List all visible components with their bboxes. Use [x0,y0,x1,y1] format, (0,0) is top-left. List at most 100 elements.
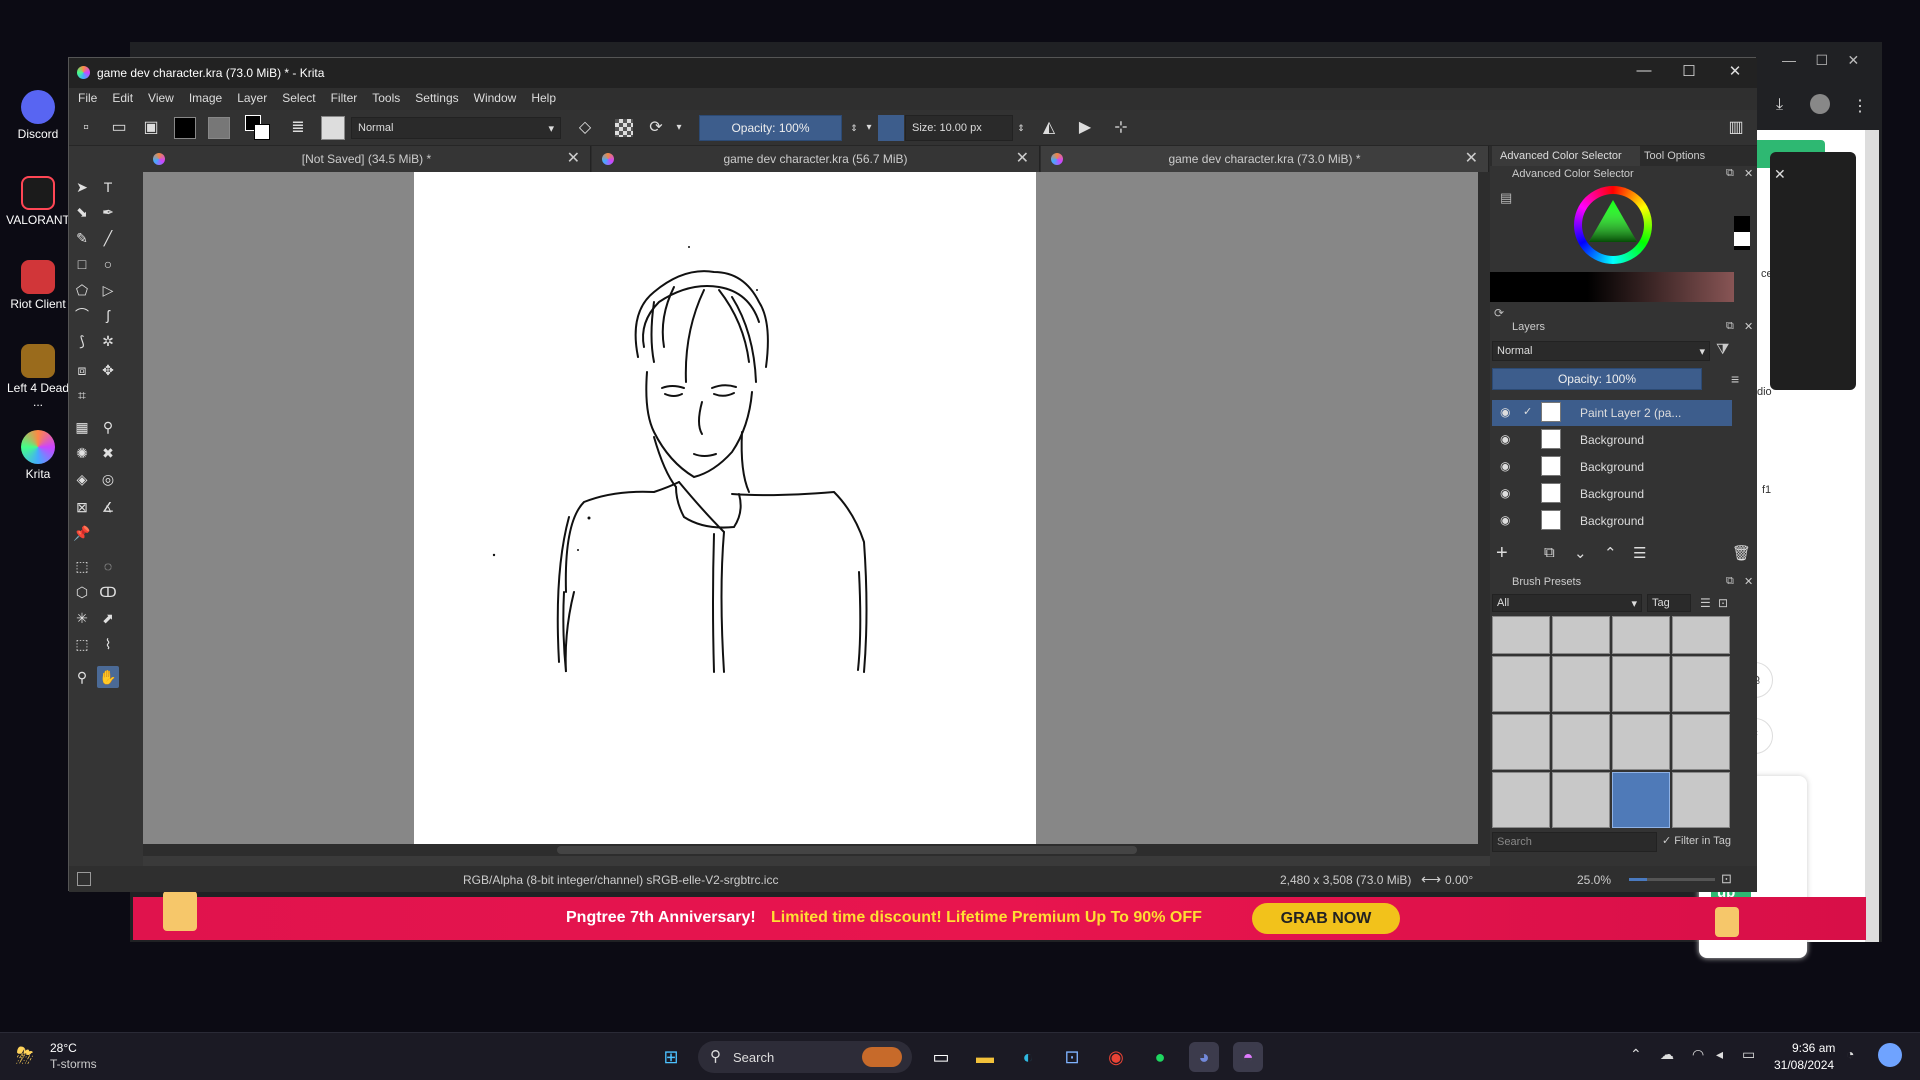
layer-row[interactable]: ◉ ✓ Paint Layer 2 (pa... [1492,400,1732,426]
workspace-icon[interactable]: ▥ [1725,117,1747,139]
start-windows-icon[interactable]: ⊞ [656,1042,686,1072]
zoom-tool-icon[interactable]: ⚲ [71,666,93,688]
foreground-color-swatch[interactable] [174,117,196,139]
chevron-up-icon[interactable]: ⌃ [1630,1046,1642,1063]
select-shape-icon[interactable]: ➤ [71,176,93,198]
measure-tool-icon[interactable]: ∡ [97,496,119,518]
layer-menu-icon[interactable]: ≡ [1731,371,1739,387]
visibility-eye-icon[interactable]: ◉ [1500,432,1510,446]
file-explorer-icon[interactable]: ▬ [970,1042,1000,1072]
brush-preset[interactable] [1672,714,1730,770]
brush-preset-selected[interactable] [1612,772,1670,828]
brush-search-input[interactable]: Search [1492,832,1657,852]
color-wheel[interactable] [1574,186,1652,264]
freehand-path-icon[interactable]: ʃ [97,304,119,326]
brush-preset[interactable] [1492,656,1550,712]
canvas-vertical-scrollbar[interactable] [1478,172,1490,844]
more-menu-icon[interactable]: ⋮ [1852,96,1868,116]
grab-now-button[interactable]: GRAB NOW [1252,903,1400,934]
battery-icon[interactable]: ▭ [1742,1046,1755,1063]
layer-row[interactable]: ◉ Background [1492,427,1732,453]
tag-button[interactable]: Tag [1647,594,1691,612]
menu-filter[interactable]: Filter [322,88,364,105]
brush-preset[interactable] [1492,616,1550,654]
ellipse-tool-icon[interactable]: ○ [97,253,119,275]
calligraphy-icon[interactable]: ✒ [97,201,119,223]
text-tool-icon[interactable]: T [97,176,119,198]
profile-avatar[interactable] [1810,94,1830,114]
menu-help[interactable]: Help [522,88,562,105]
brush-preset-icon[interactable] [321,116,345,140]
edge-browser-icon[interactable]: ◐ [1013,1042,1043,1072]
crop-tool-icon[interactable]: ⌗ [71,384,93,406]
color-settings-icon[interactable]: ▤ [1500,190,1512,206]
colorize-mask-icon[interactable]: ✖ [97,442,119,464]
reload-preset-icon[interactable]: ⟳ [645,117,667,139]
rect-select-icon[interactable]: ⬚ [71,555,93,577]
float-icon[interactable]: ⧉ [1726,575,1734,588]
promo-banner[interactable]: Pngtree 7th Anniversary! Limited time di… [133,891,1866,940]
polygon-select-icon[interactable]: ⬡ [71,581,93,603]
magnetic-select-icon[interactable]: ⌇ [97,633,119,655]
menu-edit[interactable]: Edit [103,88,139,105]
fullscreen-icon[interactable]: ⊡ [1721,871,1732,887]
close-icon[interactable]: ✕ [1713,62,1757,84]
bezier-tool-icon[interactable]: ⌒ [71,304,93,326]
fill-tool-icon[interactable]: ◈ [71,468,93,490]
desktop-icon-valorant[interactable]: VALORANT [4,176,72,227]
visibility-eye-icon[interactable]: ◉ [1500,459,1510,473]
stepper-icon[interactable]: ⇕ [847,117,861,139]
selection-display-icon[interactable] [77,872,91,886]
pan-tool-icon[interactable]: ✋ [97,666,119,688]
enclose-fill-icon[interactable]: ◎ [97,468,119,490]
tab-advanced-color-selector[interactable]: Advanced Color Selector [1492,146,1640,166]
copilot-icon[interactable] [1878,1043,1902,1067]
menu-view[interactable]: View [139,88,180,105]
save-icon[interactable]: ▣ [140,117,162,139]
import-icon[interactable]: ⊡ [1718,596,1728,610]
filter-in-tag-checkbox[interactable]: ✓ Filter in Tag [1662,834,1731,847]
weather-icon[interactable]: ⛈ [16,1043,42,1069]
notification-bell-icon[interactable]: ◔ [1846,1046,1854,1062]
menu-layer[interactable]: Layer [228,88,273,105]
assistant-tool-icon[interactable]: ⊠ [71,496,93,518]
checkmark-icon[interactable]: ✓ [1523,405,1532,418]
download-icon[interactable]: ⤓ [1776,96,1783,114]
color-picker-icon[interactable]: ⚲ [97,416,119,438]
spotify-icon[interactable]: ● [1145,1042,1175,1072]
color-history-bar[interactable] [1490,272,1734,302]
layer-opacity-slider[interactable]: Opacity: 100% [1492,368,1702,390]
wrap-around-icon[interactable]: ⊹ [1110,117,1132,139]
search-box[interactable]: ⚲ Search [698,1041,912,1073]
freehand-brush-icon[interactable]: ✎ [71,227,93,249]
menu-tools[interactable]: Tools [363,88,406,105]
polygon-tool-icon[interactable]: ⬠ [71,279,93,301]
brush-preset[interactable] [1612,714,1670,770]
layer-row[interactable]: ◉ Background [1492,454,1732,480]
wifi-icon[interactable]: ◠ [1692,1046,1704,1063]
volume-icon[interactable]: ◂ [1716,1046,1723,1063]
refresh-icon[interactable]: ⟳ [1494,306,1504,320]
line-tool-icon[interactable]: ╱ [97,227,119,249]
brush-filter-select[interactable]: All ▾ [1492,594,1642,612]
size-slider[interactable]: Size: 10.00 px [905,115,1013,141]
menu-settings[interactable]: Settings [406,88,464,105]
contiguous-select-icon[interactable]: ✳ [71,607,93,629]
scrollbar-thumb[interactable] [557,846,1137,854]
alpha-lock-icon[interactable] [615,119,633,137]
browser-scrollbar[interactable] [1865,130,1879,942]
tab-game-dev-56[interactable]: game dev character.kra (56.7 MiB) ✕ [592,146,1040,172]
brush-preset[interactable] [1612,656,1670,712]
view-list-icon[interactable]: ☰ [1700,596,1711,610]
layer-row[interactable]: ◉ Background [1492,481,1732,507]
eraser-icon[interactable]: ◇ [574,117,596,139]
menu-window[interactable]: Window [465,88,523,105]
krita-taskbar-icon[interactable]: ◓ [1233,1042,1263,1072]
float-icon[interactable]: ⧉ [1726,320,1734,333]
desktop-icon-left4dead[interactable]: Left 4 Dead ... [4,344,72,409]
brush-preset[interactable] [1672,616,1730,654]
rectangle-tool-icon[interactable]: □ [71,253,93,275]
similar-select-icon[interactable]: ⬈ [97,607,119,629]
tab-tool-options[interactable]: Tool Options [1644,150,1705,162]
store-icon[interactable]: ⊡ [1057,1042,1087,1072]
